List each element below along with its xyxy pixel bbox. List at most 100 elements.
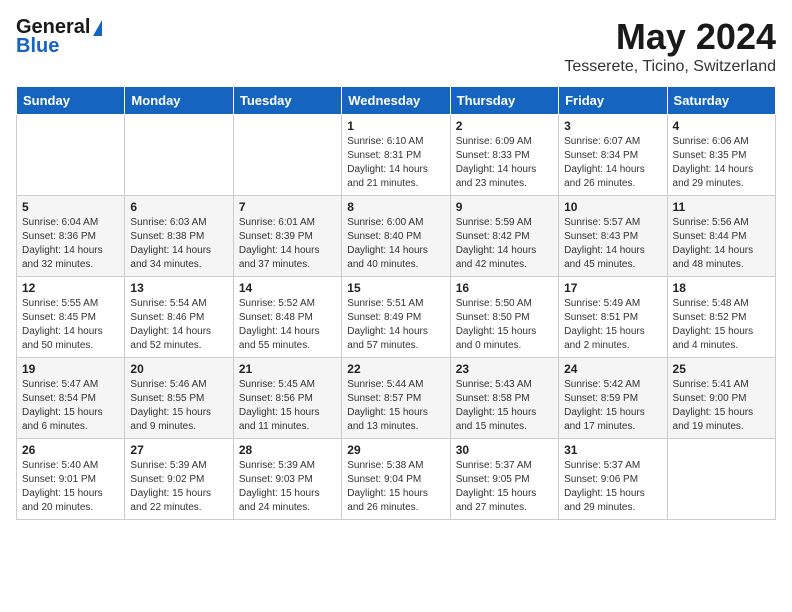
calendar-cell: 3Sunrise: 6:07 AM Sunset: 8:34 PM Daylig… xyxy=(559,115,667,196)
col-header-tuesday: Tuesday xyxy=(233,87,341,115)
day-info: Sunrise: 5:47 AM Sunset: 8:54 PM Dayligh… xyxy=(22,378,119,434)
col-header-sunday: Sunday xyxy=(17,87,125,115)
day-number: 30 xyxy=(456,443,553,457)
calendar-cell: 28 Sunrise: 5:39 AM Sunset: 9:03 PM Dayli… xyxy=(233,439,341,520)
calendar-cell: 26Sunrise: 5:40 AM Sunset: 9:01 PM Dayli… xyxy=(17,439,125,520)
day-number: 24 xyxy=(564,362,661,376)
day-info: Sunrise: 5:37 AM Sunset: 9:06 PM Dayligh… xyxy=(564,459,661,515)
calendar-cell: 27 Sunrise: 5:39 AM Sunset: 9:02 PM Dayli… xyxy=(125,439,233,520)
calendar-cell: 1 Sunrise: 6:10 AM Sunset: 8:31 PM Daylig… xyxy=(342,115,450,196)
day-number: 28 xyxy=(239,443,336,457)
calendar-cell: 29 Sunrise: 5:38 AM Sunset: 9:04 PM Dayli… xyxy=(342,439,450,520)
col-header-wednesday: Wednesday xyxy=(342,87,450,115)
calendar-cell: 13Sunrise: 5:54 AM Sunset: 8:46 PM Dayli… xyxy=(125,277,233,358)
day-info: Sunrise: 5:44 AM Sunset: 8:57 PM Dayligh… xyxy=(347,378,444,434)
col-header-saturday: Saturday xyxy=(667,87,775,115)
calendar-cell xyxy=(667,439,775,520)
day-number: 17 xyxy=(564,281,661,295)
calendar-cell: 4 Sunrise: 6:06 AM Sunset: 8:35 PM Daylig… xyxy=(667,115,775,196)
col-header-monday: Monday xyxy=(125,87,233,115)
day-number: 14 xyxy=(239,281,336,295)
day-number: 29 xyxy=(347,443,444,457)
day-info: Sunrise: 5:59 AM Sunset: 8:42 PM Dayligh… xyxy=(456,216,553,272)
day-info: Sunrise: 6:06 AM Sunset: 8:35 PM Dayligh… xyxy=(673,135,770,191)
location-title: Tesserete, Ticino, Switzerland xyxy=(564,58,776,76)
day-number: 4 xyxy=(673,119,770,133)
day-info: Sunrise: 5:56 AM Sunset: 8:44 PM Dayligh… xyxy=(673,216,770,272)
day-number: 8 xyxy=(347,200,444,214)
day-number: 10 xyxy=(564,200,661,214)
calendar-cell: 7 Sunrise: 6:01 AM Sunset: 8:39 PM Daylig… xyxy=(233,196,341,277)
day-info: Sunrise: 6:04 AM Sunset: 8:36 PM Dayligh… xyxy=(22,216,119,272)
day-info: Sunrise: 5:46 AM Sunset: 8:55 PM Dayligh… xyxy=(130,378,227,434)
day-number: 11 xyxy=(673,200,770,214)
calendar-cell: 2 Sunrise: 6:09 AM Sunset: 8:33 PM Daylig… xyxy=(450,115,558,196)
calendar-cell: 22 Sunrise: 5:44 AM Sunset: 8:57 PM Dayli… xyxy=(342,358,450,439)
day-number: 31 xyxy=(564,443,661,457)
calendar-cell: 31 Sunrise: 5:37 AM Sunset: 9:06 PM Dayli… xyxy=(559,439,667,520)
day-info: Sunrise: 5:50 AM Sunset: 8:50 PM Dayligh… xyxy=(456,297,553,353)
day-info: Sunrise: 6:10 AM Sunset: 8:31 PM Dayligh… xyxy=(347,135,444,191)
col-header-friday: Friday xyxy=(559,87,667,115)
calendar-cell: 17 Sunrise: 5:49 AM Sunset: 8:51 PM Dayli… xyxy=(559,277,667,358)
day-info: Sunrise: 5:43 AM Sunset: 8:58 PM Dayligh… xyxy=(456,378,553,434)
calendar-cell: 19 Sunrise: 5:47 AM Sunset: 8:54 PM Dayli… xyxy=(17,358,125,439)
day-number: 15 xyxy=(347,281,444,295)
day-number: 19 xyxy=(22,362,119,376)
day-number: 21 xyxy=(239,362,336,376)
day-number: 18 xyxy=(673,281,770,295)
day-number: 7 xyxy=(239,200,336,214)
day-info: Sunrise: 5:37 AM Sunset: 9:05 PM Dayligh… xyxy=(456,459,553,515)
day-number: 9 xyxy=(456,200,553,214)
day-number: 16 xyxy=(456,281,553,295)
calendar-cell xyxy=(125,115,233,196)
day-number: 22 xyxy=(347,362,444,376)
logo-triangle-icon xyxy=(93,20,102,36)
day-info: Sunrise: 5:45 AM Sunset: 8:56 PM Dayligh… xyxy=(239,378,336,434)
day-number: 26 xyxy=(22,443,119,457)
calendar-cell: 5 Sunrise: 6:04 AM Sunset: 8:36 PM Daylig… xyxy=(17,196,125,277)
calendar-cell: 30 Sunrise: 5:37 AM Sunset: 9:05 PM Dayli… xyxy=(450,439,558,520)
day-info: Sunrise: 5:57 AM Sunset: 8:43 PM Dayligh… xyxy=(564,216,661,272)
day-number: 23 xyxy=(456,362,553,376)
col-header-thursday: Thursday xyxy=(450,87,558,115)
day-info: Sunrise: 6:00 AM Sunset: 8:40 PM Dayligh… xyxy=(347,216,444,272)
day-info: Sunrise: 5:41 AM Sunset: 9:00 PM Dayligh… xyxy=(673,378,770,434)
logo: General Blue xyxy=(16,16,102,58)
day-info: Sunrise: 6:01 AM Sunset: 8:39 PM Dayligh… xyxy=(239,216,336,272)
calendar-cell: 10 Sunrise: 5:57 AM Sunset: 8:43 PM Dayli… xyxy=(559,196,667,277)
calendar-cell xyxy=(233,115,341,196)
calendar-cell: 16 Sunrise: 5:50 AM Sunset: 8:50 PM Dayli… xyxy=(450,277,558,358)
calendar-cell: 15Sunrise: 5:51 AM Sunset: 8:49 PM Dayli… xyxy=(342,277,450,358)
calendar-cell: 6 Sunrise: 6:03 AM Sunset: 8:38 PM Daylig… xyxy=(125,196,233,277)
calendar-cell: 24 Sunrise: 5:42 AM Sunset: 8:59 PM Dayli… xyxy=(559,358,667,439)
header: General Blue May 2024 Tesserete, Ticino,… xyxy=(16,16,776,76)
calendar-cell: 14 Sunrise: 5:52 AM Sunset: 8:48 PM Dayli… xyxy=(233,277,341,358)
day-info: Sunrise: 5:39 AM Sunset: 9:02 PM Dayligh… xyxy=(130,459,227,515)
calendar-cell: 9 Sunrise: 5:59 AM Sunset: 8:42 PM Daylig… xyxy=(450,196,558,277)
day-number: 3 xyxy=(564,119,661,133)
day-info: Sunrise: 6:03 AM Sunset: 8:38 PM Dayligh… xyxy=(130,216,227,272)
day-info: Sunrise: 5:52 AM Sunset: 8:48 PM Dayligh… xyxy=(239,297,336,353)
day-info: Sunrise: 5:38 AM Sunset: 9:04 PM Dayligh… xyxy=(347,459,444,515)
day-info: Sunrise: 6:09 AM Sunset: 8:33 PM Dayligh… xyxy=(456,135,553,191)
day-number: 12 xyxy=(22,281,119,295)
day-number: 5 xyxy=(22,200,119,214)
day-info: Sunrise: 5:49 AM Sunset: 8:51 PM Dayligh… xyxy=(564,297,661,353)
calendar-table: SundayMondayTuesdayWednesdayThursdayFrid… xyxy=(16,86,776,520)
month-title: May 2024 xyxy=(564,16,776,58)
day-info: Sunrise: 5:55 AM Sunset: 8:45 PM Dayligh… xyxy=(22,297,119,353)
day-info: Sunrise: 5:42 AM Sunset: 8:59 PM Dayligh… xyxy=(564,378,661,434)
day-number: 25 xyxy=(673,362,770,376)
title-area: May 2024 Tesserete, Ticino, Switzerland xyxy=(564,16,776,76)
day-number: 27 xyxy=(130,443,227,457)
calendar-cell: 20 Sunrise: 5:46 AM Sunset: 8:55 PM Dayli… xyxy=(125,358,233,439)
day-number: 1 xyxy=(347,119,444,133)
day-info: Sunrise: 5:54 AM Sunset: 8:46 PM Dayligh… xyxy=(130,297,227,353)
day-info: Sunrise: 5:39 AM Sunset: 9:03 PM Dayligh… xyxy=(239,459,336,515)
calendar-cell: 21 Sunrise: 5:45 AM Sunset: 8:56 PM Dayli… xyxy=(233,358,341,439)
day-number: 20 xyxy=(130,362,227,376)
day-number: 2 xyxy=(456,119,553,133)
calendar-cell: 18Sunrise: 5:48 AM Sunset: 8:52 PM Dayli… xyxy=(667,277,775,358)
day-number: 6 xyxy=(130,200,227,214)
